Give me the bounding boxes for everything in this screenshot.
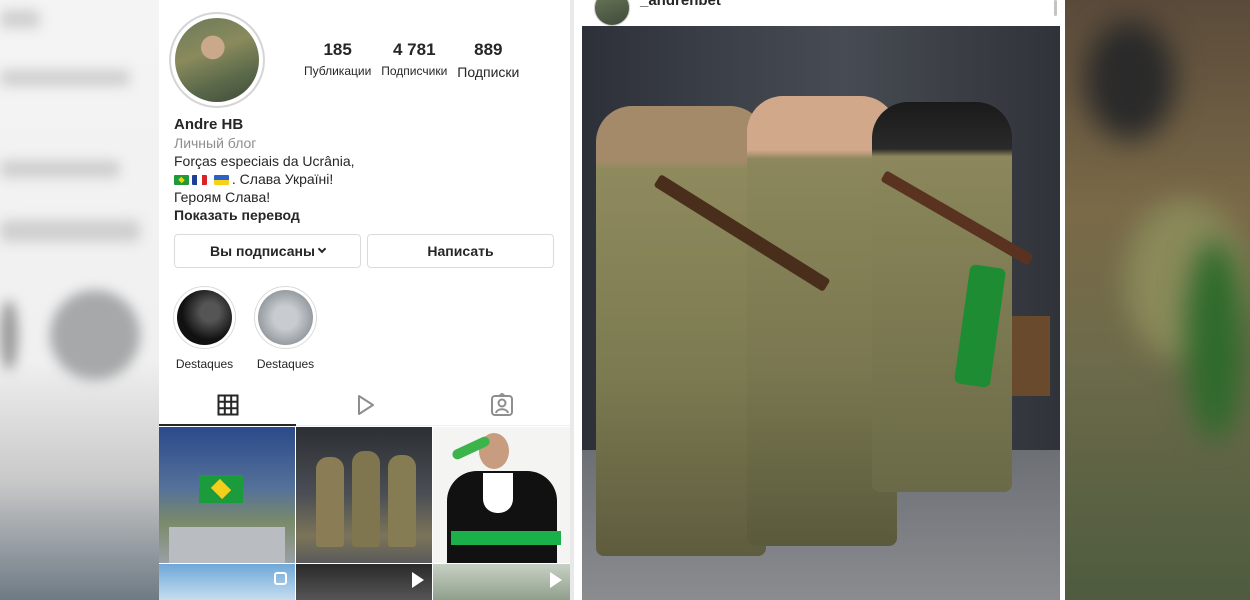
highlight-label: Destaques <box>175 357 234 371</box>
show-translation-link[interactable]: Показать перевод <box>174 206 564 224</box>
profile-name: Andre HB <box>174 116 244 133</box>
grid-post[interactable] <box>433 564 570 600</box>
stat-following-label: Подписки <box>457 64 520 80</box>
stat-followers-value: 4 781 <box>393 40 436 59</box>
soldier-figure <box>596 106 766 556</box>
highlight-cover <box>173 286 236 349</box>
post-username[interactable]: _andrehbet <box>640 0 721 9</box>
brazil-flag-icon <box>174 175 189 185</box>
stat-followers[interactable]: 4 781 Подписчики <box>381 40 447 80</box>
profile-tabs <box>159 384 570 426</box>
stat-following[interactable]: 889 Подписки <box>457 40 519 80</box>
stat-posts[interactable]: 185 Публикации <box>304 40 371 80</box>
chevron-down-icon <box>317 244 327 254</box>
stat-posts-label: Публикации <box>304 64 372 78</box>
message-button[interactable]: Написать <box>367 234 554 268</box>
profile-screen: 185 Публикации 4 781 Подписчики 889 Подп… <box>159 0 570 600</box>
profile-bio: Andre HB Личный блог Forças especiais da… <box>174 116 564 224</box>
play-icon <box>412 572 424 588</box>
blurred-background-left <box>0 0 159 600</box>
multi-photo-icon <box>274 572 287 585</box>
post-avatar[interactable] <box>594 0 630 26</box>
bio-line-1: Forças especiais da Ucrânia, <box>174 153 355 169</box>
grid-post[interactable] <box>159 564 295 600</box>
bio-line-2-text: . Слава Україні! <box>231 171 334 187</box>
post-header: _andrehbet <box>574 0 1065 26</box>
grid-post[interactable] <box>433 427 570 563</box>
grid-post[interactable] <box>159 427 295 563</box>
bio-line-2: . Слава Україні! <box>174 170 564 188</box>
highlight-label: Destaques <box>256 357 315 371</box>
tab-posts-grid[interactable] <box>159 384 296 426</box>
post-screen: _andrehbet <box>574 0 1065 600</box>
ukraine-flag-icon <box>213 175 229 185</box>
blurred-background-right <box>1065 0 1250 600</box>
story-highlights: Destaques Destaques <box>173 286 317 371</box>
bio-line-3: Героям Слава! <box>174 189 271 205</box>
tab-tagged[interactable] <box>433 384 570 425</box>
grid-icon <box>217 394 238 415</box>
posts-grid <box>159 427 570 600</box>
france-flag-icon <box>192 175 207 185</box>
post-photo[interactable] <box>582 26 1060 600</box>
highlight-cover <box>254 286 317 349</box>
tagged-icon <box>490 392 513 416</box>
highlight-item[interactable]: Destaques <box>254 286 317 371</box>
avatar-image <box>175 18 259 102</box>
following-button-label: Вы подписаны <box>210 243 315 259</box>
scrollbar[interactable] <box>1054 0 1057 16</box>
following-button[interactable]: Вы подписаны <box>174 234 361 268</box>
highlight-item[interactable]: Destaques <box>173 286 236 371</box>
stat-posts-value: 185 <box>323 40 352 59</box>
stat-following-value: 889 <box>474 40 503 59</box>
grid-post[interactable] <box>296 427 432 563</box>
reels-icon <box>357 394 374 415</box>
tab-reels[interactable] <box>296 384 433 425</box>
profile-category: Личный блог <box>174 135 257 151</box>
profile-avatar[interactable] <box>169 12 265 108</box>
grid-post[interactable] <box>296 564 432 600</box>
profile-actions: Вы подписаны Написать <box>174 234 554 268</box>
play-icon <box>550 572 562 588</box>
stat-followers-label: Подписчики <box>381 64 448 78</box>
profile-stats: 185 Публикации 4 781 Подписчики 889 Подп… <box>304 40 519 80</box>
